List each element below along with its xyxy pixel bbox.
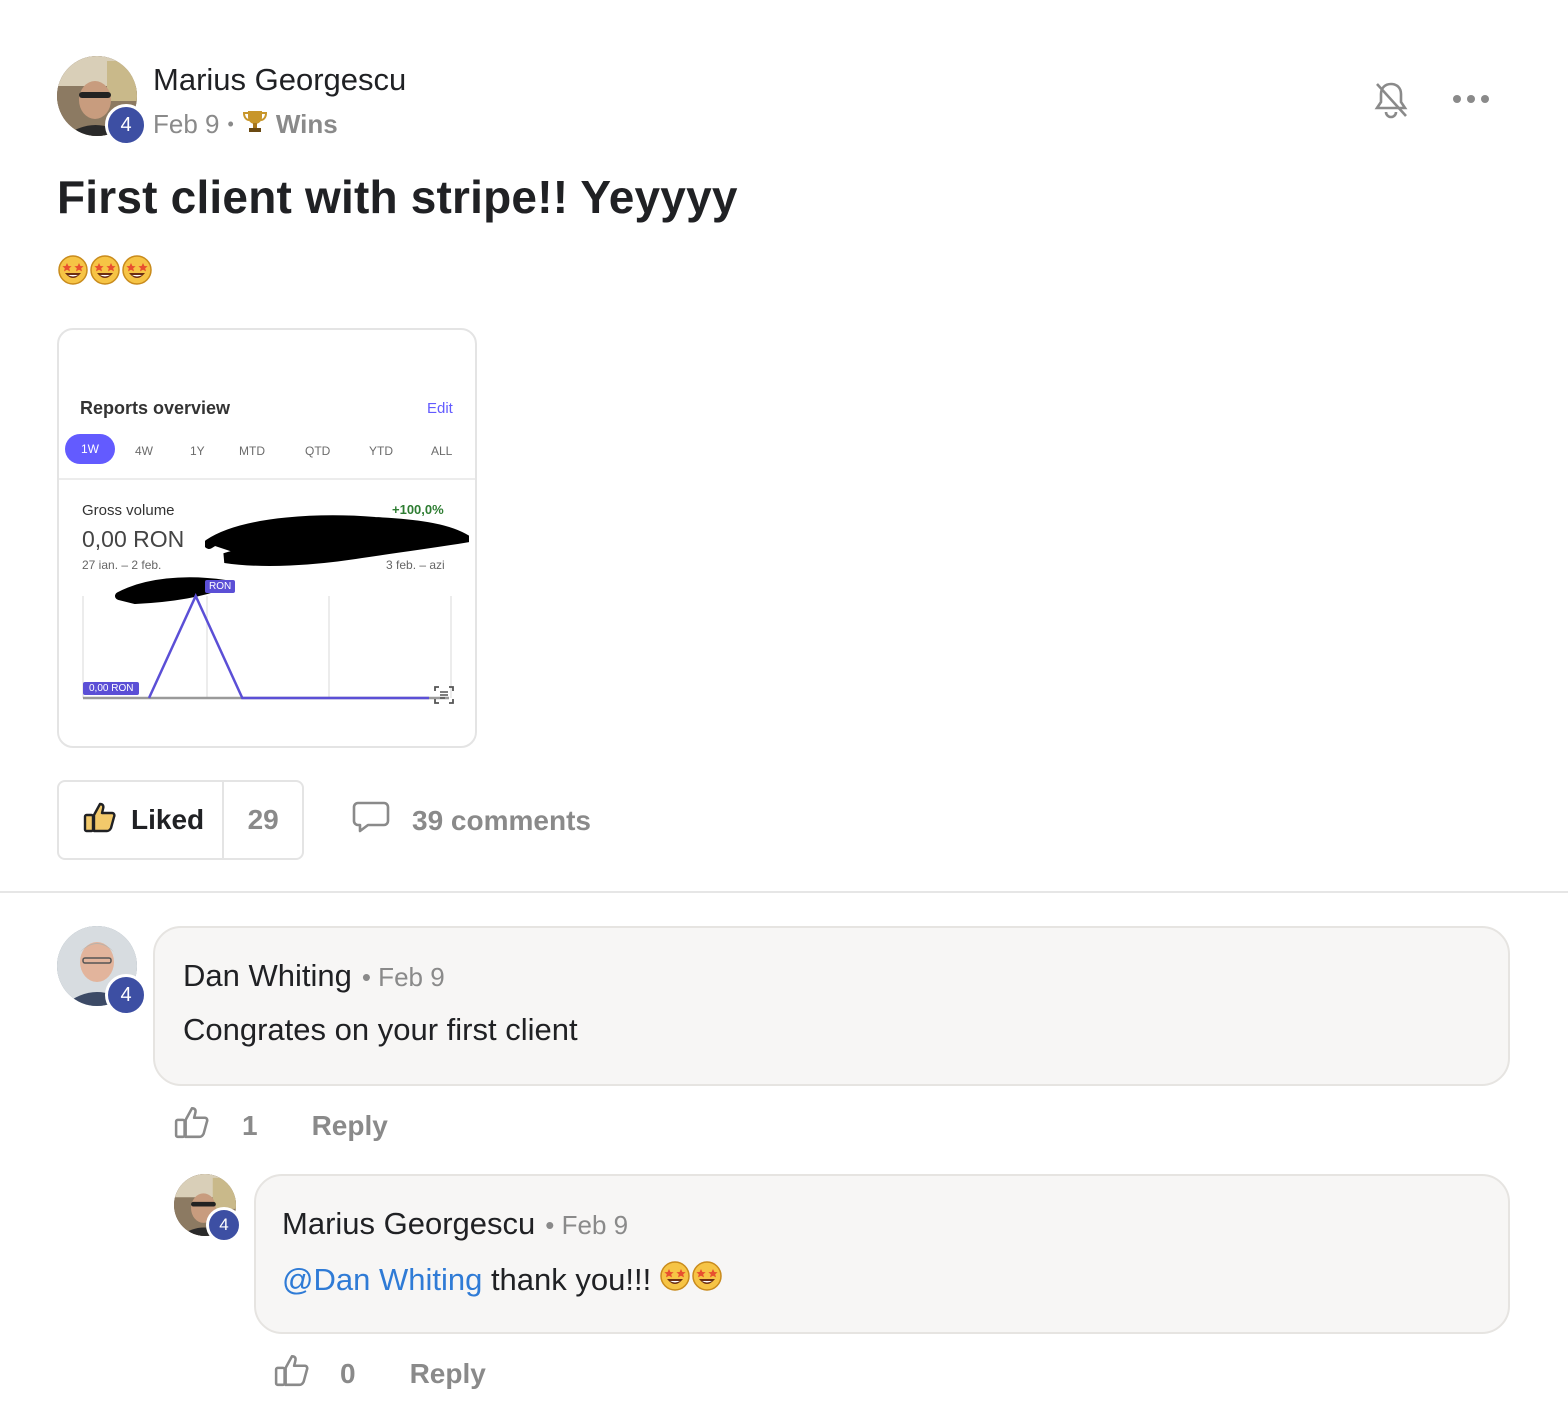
scan-text-icon [433, 684, 455, 711]
comment-actions: 1 Reply [174, 1104, 388, 1147]
reply-author[interactable]: Marius Georgescu [282, 1206, 535, 1242]
thumbs-up-icon[interactable] [274, 1352, 310, 1395]
reply-button[interactable]: Reply [312, 1110, 388, 1142]
peak-tag: RON [205, 580, 236, 593]
star-struck-emoji-icon [57, 254, 89, 291]
reply-like-count: 0 [340, 1357, 356, 1389]
like-button[interactable]: Liked 29 [57, 780, 305, 860]
reports-heading: Reports overview [80, 398, 231, 418]
reply-message: thank you!!! [482, 1262, 652, 1297]
post-body-emojis [57, 254, 153, 291]
comment-like-count: 1 [242, 1109, 258, 1141]
reply-header: Marius Georgescu • Feb 9 [282, 1206, 628, 1242]
range-tab: YTD [369, 444, 393, 458]
comment-date[interactable]: • Feb 9 [362, 962, 445, 993]
range-tabs: 1W 4W 1Y MTD QTD YTD ALL [65, 434, 465, 468]
comments-count-label: 39 comments [412, 804, 591, 836]
star-struck-emoji-icon [659, 1260, 691, 1300]
reply-bubble: Marius Georgescu • Feb 9 @Dan Whiting th… [254, 1174, 1510, 1334]
comment-header: Dan Whiting • Feb 9 [183, 958, 445, 994]
author-level-badge: 4 [105, 104, 147, 146]
previous-value: 0,00 RON [82, 526, 185, 552]
more-dots-icon[interactable] [1452, 92, 1490, 111]
range-tab: ALL [431, 444, 453, 458]
reply-button[interactable]: Reply [410, 1358, 486, 1390]
post-title: First client with stripe!! Yeyyyy [57, 171, 738, 223]
metric-label: Gross volume [82, 502, 175, 519]
reply-text: @Dan Whiting thank you!!! [282, 1260, 723, 1300]
reply-mention[interactable]: @Dan Whiting [282, 1262, 482, 1298]
star-struck-emoji-icon [691, 1260, 723, 1300]
range-tab: 1W [65, 434, 115, 464]
like-label: Liked [131, 804, 205, 835]
reply-date[interactable]: • Feb 9 [545, 1210, 628, 1241]
base-tag-label: 0,00 RON [89, 683, 134, 694]
comment-author[interactable]: Dan Whiting [183, 958, 352, 994]
thumbs-up-icon[interactable] [174, 1104, 210, 1147]
reply-level-badge: 4 [206, 1207, 242, 1243]
speech-bubble-icon [352, 800, 390, 841]
range-tab: QTD [305, 444, 331, 458]
range-tab: MTD [239, 444, 265, 458]
reports-edit-link: Edit [427, 400, 453, 417]
redaction-mark [204, 514, 475, 575]
peak-tag-label: RON [209, 581, 232, 592]
reply-actions: 0 Reply [274, 1352, 486, 1395]
card-divider [59, 478, 475, 480]
post-category[interactable]: Wins [276, 109, 338, 140]
previous-period: 27 ian. – 2 feb. [82, 558, 162, 572]
like-toggle[interactable]: Liked [59, 782, 225, 858]
base-tag: 0,00 RON [83, 682, 140, 695]
comment-bubble: Dan Whiting • Feb 9 Congrates on your fi… [153, 926, 1510, 1086]
gross-volume-series-line [147, 592, 429, 700]
range-tab: 1Y [190, 444, 205, 458]
reply-emojis [659, 1260, 723, 1300]
bell-off-icon[interactable] [1372, 80, 1410, 125]
range-tab: 4W [135, 444, 153, 458]
post-date[interactable]: Feb 9 [153, 109, 220, 140]
commenter-level-badge: 4 [105, 974, 147, 1016]
like-count[interactable]: 29 [224, 782, 302, 858]
thumbs-up-icon [83, 801, 117, 840]
attachment-image[interactable]: Reports overview Edit 1W 4W 1Y MTD QTD Y… [57, 328, 477, 748]
star-struck-emoji-icon [89, 254, 121, 291]
comments-link[interactable]: 39 comments [352, 800, 591, 841]
star-struck-emoji-icon [121, 254, 153, 291]
post-author-name[interactable]: Marius Georgescu [153, 62, 406, 98]
comment-text: Congrates on your first client [183, 1012, 578, 1047]
post-divider [0, 891, 1568, 893]
meta-separator: • [227, 114, 234, 134]
post-meta: Feb 9 • Wins [153, 108, 338, 141]
trophy-icon [242, 108, 268, 141]
